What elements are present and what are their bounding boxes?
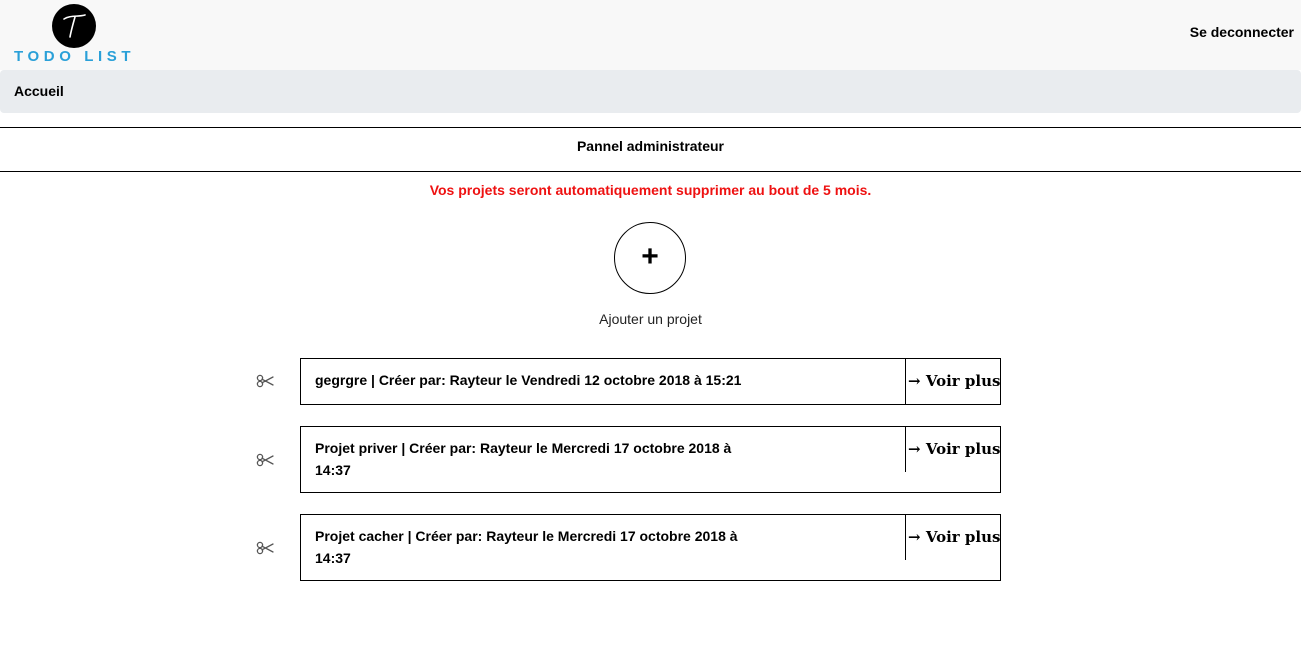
add-project-button[interactable]: + [614,222,686,294]
breadcrumb: Accueil [0,70,1301,113]
scissors-icon[interactable] [256,453,276,467]
plus-icon: + [641,240,659,273]
scissors-icon[interactable] [256,374,276,388]
project-card: gegrgre | Créer par: Rayteur le Vendredi… [300,358,1001,405]
arrow-right-icon: → [908,440,921,458]
project-info-line: Projet priver | Créer par: Rayteur le Me… [315,440,732,456]
voir-plus-text: Voir plus [925,440,1001,458]
voir-plus-text: Voir plus [925,372,1001,390]
page-title: Pannel administrateur [576,138,725,154]
project-card: Projet cacher | Créer par: Rayteur le Me… [300,514,1001,581]
project-info-line: gegrgre | Créer par: Rayteur le Vendredi… [315,372,742,388]
t-logo-icon [52,4,96,48]
project-row: Projet priver | Créer par: Rayteur le Me… [256,426,1001,493]
add-project-label: Ajouter un projet [599,311,702,327]
app-logo[interactable]: TODO LIST [14,4,136,66]
panel-header: Pannel administrateur [0,127,1301,172]
project-info-line: Projet cacher | Créer par: Rayteur le Me… [315,528,738,544]
project-row: Projet cacher | Créer par: Rayteur le Me… [256,514,1001,581]
voir-plus-button[interactable]: → Voir plus [905,427,1000,472]
scissors-icon[interactable] [256,541,276,555]
breadcrumb-item-accueil[interactable]: Accueil [14,83,64,99]
project-info: Projet cacher | Créer par: Rayteur le Me… [315,525,765,569]
project-card: Projet priver | Créer par: Rayteur le Me… [300,426,1001,493]
voir-plus-label: → Voir plus [908,528,1000,546]
logout-link[interactable]: Se deconnecter [1190,24,1294,40]
arrow-right-icon: → [908,528,921,546]
voir-plus-label: → Voir plus [908,372,1000,390]
voir-plus-button[interactable]: → Voir plus [905,359,1000,404]
voir-plus-label: → Voir plus [908,440,1000,458]
project-info-line: 14:37 [315,550,351,566]
project-info: Projet priver | Créer par: Rayteur le Me… [315,437,765,481]
top-navbar: TODO LIST Se deconnecter [0,0,1301,70]
logo-text: TODO LIST [14,48,136,65]
voir-plus-button[interactable]: → Voir plus [905,515,1000,560]
arrow-right-icon: → [908,372,921,390]
project-row: gegrgre | Créer par: Rayteur le Vendredi… [256,358,1001,405]
deletion-warning: Vos projets seront automatiquement suppr… [429,182,872,198]
project-info-line: 14:37 [315,462,351,478]
project-info: gegrgre | Créer par: Rayteur le Vendredi… [315,369,915,391]
voir-plus-text: Voir plus [925,528,1001,546]
